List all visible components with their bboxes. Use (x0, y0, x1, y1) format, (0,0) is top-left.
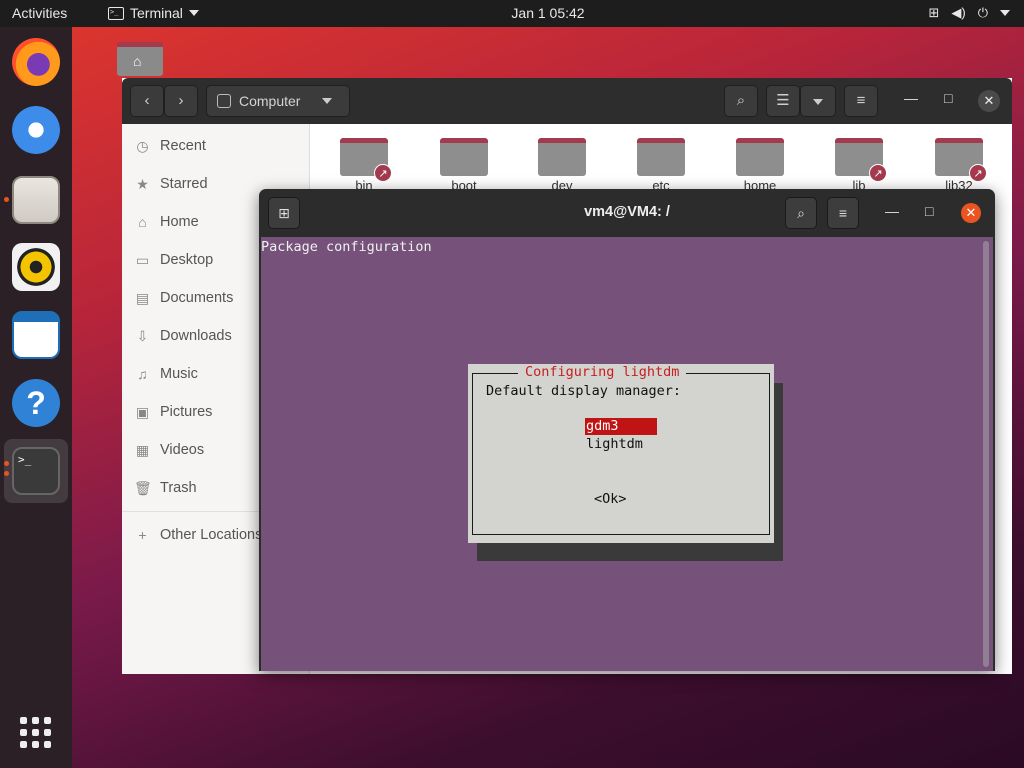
picture-icon: ▣ (135, 403, 150, 420)
terminal-icon[interactable]: >_ (12, 447, 60, 495)
folder-icon[interactable] (637, 134, 685, 176)
search-button[interactable]: ⌕ (724, 85, 758, 117)
folder-icon[interactable] (736, 134, 784, 176)
video-icon: ▦ (135, 441, 150, 458)
running-indicator (4, 461, 9, 466)
path-label: Computer (239, 93, 301, 109)
disk-icon (217, 94, 231, 108)
terminal-screen[interactable]: Package configuration Configuring lightd… (261, 237, 993, 671)
thunderbird-icon[interactable] (12, 106, 60, 154)
sidebar-item-documents[interactable]: ▤ Documents (134, 287, 233, 309)
debconf-dialog: Configuring lightdm Default display mana… (468, 364, 774, 543)
ok-button[interactable]: <Ok> (594, 491, 627, 507)
folder-icon[interactable]: ↗ (935, 134, 987, 182)
document-icon: ▤ (135, 289, 150, 306)
home-icon: ⌂ (138, 214, 147, 230)
back-button[interactable]: ‹ (130, 85, 164, 117)
terminal-headerbar: ⊞ vm4@VM4: / ⌕ ≡ — □ ✕ (259, 189, 995, 237)
minimize-button[interactable]: — (904, 90, 918, 106)
top-bar: Activities >_ Terminal Jan 1 05:42 ⊞ ◀) … (0, 0, 1024, 27)
network-icon: ⊞ (928, 5, 940, 20)
house-icon: ⌂ (133, 53, 142, 69)
sidebar-item-downloads[interactable]: ⇩ Downloads (134, 325, 232, 347)
sidebar-item-other-locations[interactable]: + Other Locations (134, 524, 262, 546)
menu-button[interactable]: ≡ (827, 197, 859, 229)
files-icon[interactable] (12, 176, 60, 224)
folder-icon[interactable]: ↗ (340, 134, 392, 182)
sidebar-item-videos[interactable]: ▦ Videos (134, 439, 204, 461)
chevron-down-icon (1000, 10, 1010, 16)
search-button[interactable]: ⌕ (785, 197, 817, 229)
package-config-header: Package configuration (261, 239, 432, 255)
dialog-prompt: Default display manager: (486, 383, 682, 399)
chevron-down-icon (322, 98, 333, 104)
option-gdm3[interactable]: gdm3 (585, 418, 657, 435)
sidebar-item-home[interactable]: ⌂ Home (134, 211, 198, 233)
running-indicator (4, 471, 9, 476)
terminal-window: ⊞ vm4@VM4: / ⌕ ≡ — □ ✕ Package configura… (259, 189, 995, 671)
view-options-button[interactable] (800, 85, 836, 117)
star-icon: ★ (136, 175, 149, 192)
help-icon[interactable]: ? (12, 379, 60, 427)
files-headerbar: ‹ › Computer ⌕ ☰ ≡ — □ ✕ (122, 78, 1012, 124)
system-tray[interactable]: ⊞ ◀) ⏻ (928, 5, 1010, 21)
power-icon: ⏻ (977, 5, 988, 20)
sidebar-item-starred[interactable]: ★ Starred (134, 173, 207, 195)
forward-button[interactable]: › (164, 85, 198, 117)
option-lightdm[interactable]: lightdm (585, 436, 644, 453)
dialog-title: Configuring lightdm (518, 364, 687, 380)
sidebar-item-trash[interactable]: 🗑 Trash (134, 477, 197, 499)
libreoffice-writer-icon[interactable] (12, 311, 60, 359)
maximize-button[interactable]: □ (944, 90, 952, 106)
sidebar-item-music[interactable]: ♫ Music (134, 363, 198, 385)
folder-icon[interactable] (538, 134, 586, 176)
clock[interactable]: Jan 1 05:42 (0, 5, 1024, 21)
volume-icon: ◀) (951, 5, 966, 20)
sidebar-item-desktop[interactable]: ▭ Desktop (134, 249, 213, 271)
close-button[interactable]: ✕ (978, 90, 1000, 112)
folder-icon[interactable]: ↗ (835, 134, 887, 182)
show-applications-icon[interactable] (20, 717, 52, 749)
firefox-icon[interactable] (12, 38, 60, 86)
sidebar-item-pictures[interactable]: ▣ Pictures (134, 401, 213, 423)
plus-icon: + (138, 527, 147, 543)
sidebar-item-recent[interactable]: ◷ Recent (134, 135, 206, 157)
close-button[interactable]: ✕ (961, 203, 981, 223)
minimize-button[interactable]: — (885, 203, 899, 219)
list-view-button[interactable]: ☰ (766, 85, 800, 117)
clock-icon: ◷ (136, 137, 149, 154)
scrollbar[interactable] (983, 241, 989, 667)
dock: ? >_ (0, 27, 72, 768)
menu-button[interactable]: ≡ (844, 85, 878, 117)
rhythmbox-icon[interactable] (12, 243, 60, 291)
home-folder-icon[interactable]: ⌂ (117, 36, 163, 76)
desktop-icon: ▭ (135, 251, 150, 268)
path-bar[interactable]: Computer (206, 85, 350, 117)
trash-icon: 🗑 (134, 479, 152, 496)
folder-icon[interactable] (440, 134, 488, 176)
music-icon: ♫ (137, 366, 148, 382)
running-indicator (4, 197, 9, 202)
download-icon: ⇩ (136, 327, 149, 344)
maximize-button[interactable]: □ (925, 203, 933, 219)
